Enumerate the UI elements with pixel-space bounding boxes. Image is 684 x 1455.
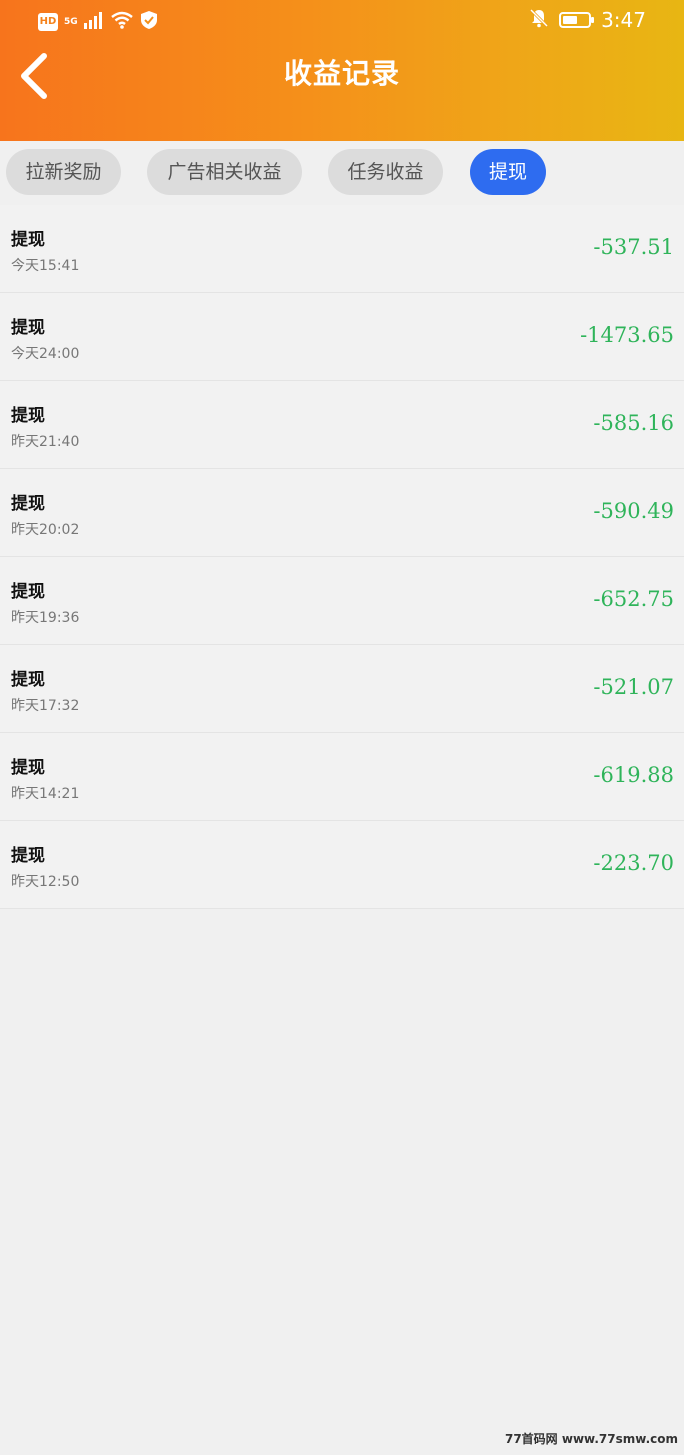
record-time: 今天15:41 <box>11 258 80 274</box>
status-bar: HD 5G 3:47 <box>0 0 684 44</box>
record-label: 提现 <box>11 230 45 250</box>
hd-icon: HD <box>38 13 58 31</box>
record-amount: -521.07 <box>593 675 674 699</box>
status-left: HD 5G <box>38 10 158 34</box>
record-amount: -1473.65 <box>580 323 674 347</box>
record-time: 昨天17:32 <box>11 698 80 714</box>
mute-bell-icon <box>529 8 549 32</box>
list-item[interactable]: 提现 昨天21:40 -585.16 <box>0 381 684 469</box>
watermark: 77首码网 www.77smw.com <box>504 1432 678 1446</box>
record-label: 提现 <box>11 318 45 338</box>
signal-icon <box>83 11 104 33</box>
record-amount: -652.75 <box>593 587 674 611</box>
record-amount: -537.51 <box>593 235 674 259</box>
tab-new-user-reward[interactable]: 拉新奖励 <box>6 149 121 195</box>
tab-bar: 拉新奖励 广告相关收益 任务收益 提现 <box>0 141 684 205</box>
record-time: 昨天19:36 <box>11 610 80 626</box>
record-time: 昨天21:40 <box>11 434 80 450</box>
tab-task-revenue[interactable]: 任务收益 <box>328 149 443 195</box>
record-time: 昨天20:02 <box>11 522 80 538</box>
list-item[interactable]: 提现 昨天17:32 -521.07 <box>0 645 684 733</box>
record-label: 提现 <box>11 670 45 690</box>
list-item[interactable]: 提现 今天15:41 -537.51 <box>0 205 684 293</box>
record-amount: -590.49 <box>593 499 674 523</box>
record-label: 提现 <box>11 846 45 866</box>
tab-withdraw[interactable]: 提现 <box>470 149 546 195</box>
status-right: 3:47 <box>529 8 646 32</box>
list-item[interactable]: 提现 昨天12:50 -223.70 <box>0 821 684 909</box>
status-time: 3:47 <box>601 8 646 32</box>
record-time: 昨天12:50 <box>11 874 80 890</box>
record-label: 提现 <box>11 758 45 778</box>
record-time: 今天24:00 <box>11 346 80 362</box>
network-label: 5G <box>64 16 78 27</box>
network-type: 5G <box>64 16 78 27</box>
record-label: 提现 <box>11 582 45 602</box>
record-label: 提现 <box>11 406 45 426</box>
record-label: 提现 <box>11 494 45 514</box>
list-item[interactable]: 提现 昨天20:02 -590.49 <box>0 469 684 557</box>
header: HD 5G 3:47 收益记录 <box>0 0 684 141</box>
record-amount: -619.88 <box>593 763 674 787</box>
page-title: 收益记录 <box>283 57 400 90</box>
record-time: 昨天14:21 <box>11 786 80 802</box>
list-item[interactable]: 提现 今天24:00 -1473.65 <box>0 293 684 381</box>
tab-ad-revenue[interactable]: 广告相关收益 <box>147 149 302 195</box>
list-item[interactable]: 提现 昨天19:36 -652.75 <box>0 557 684 645</box>
battery-icon <box>559 12 595 28</box>
page: HD 5G 3:47 收益记录 拉新奖励 广告相关收益 任务收益 提现 提现 今… <box>0 0 684 1455</box>
wifi-icon <box>110 11 134 33</box>
list-item[interactable]: 提现 昨天14:21 -619.88 <box>0 733 684 821</box>
shield-icon <box>140 10 158 34</box>
record-amount: -585.16 <box>593 411 674 435</box>
record-amount: -223.70 <box>593 851 674 875</box>
record-list: 提现 今天15:41 -537.51 提现 今天24:00 -1473.65 提… <box>0 205 684 909</box>
